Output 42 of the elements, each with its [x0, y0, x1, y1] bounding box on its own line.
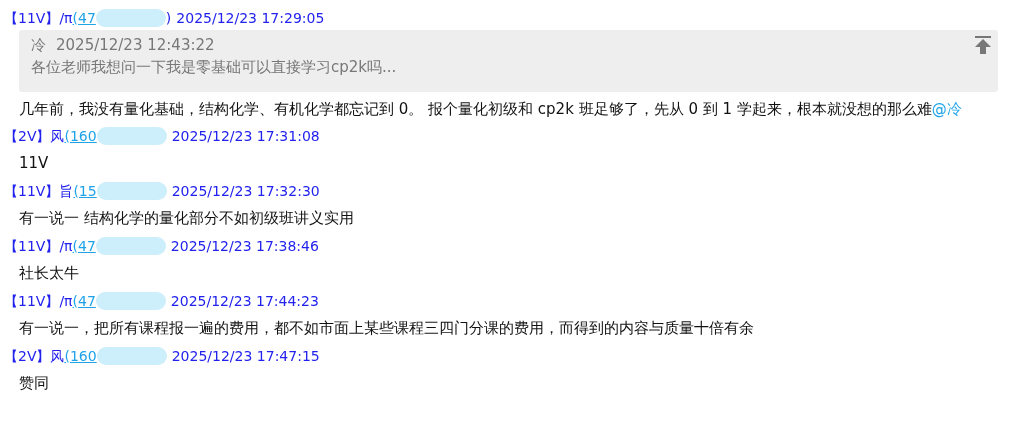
quote-time: 2025/12/23 12:43:22 — [56, 35, 215, 56]
user-id-link[interactable]: (160 — [64, 345, 97, 367]
user-name: /π — [59, 236, 73, 256]
user-id-link[interactable]: (47 — [72, 235, 96, 257]
message-text: 11V — [19, 153, 50, 174]
redaction-blur — [95, 237, 166, 255]
user-level: 【11V】 — [4, 291, 60, 311]
quote-text: 各位老师我想问一下我是零基础可以直接学习cp2k吗... — [31, 57, 397, 78]
user-name: /π — [59, 291, 73, 311]
message-text: 社长太牛 — [19, 263, 80, 284]
user-name: /π — [59, 8, 73, 28]
message-time: 2025/12/23 17:31:08 — [171, 126, 320, 146]
user-level: 【11V】 — [4, 236, 60, 256]
jump-to-top-icon[interactable] — [974, 36, 992, 54]
user-name: 风 — [50, 126, 65, 146]
message-text: 有一说一 结构化学的量化部分不如初级班讲义实用 — [19, 208, 355, 229]
redaction-blur — [95, 9, 166, 27]
message-text: 有一说一，把所有课程报一遍的费用，都不如市面上某些课程三四门分课的费用，而得到的内容与质量十倍有余 — [19, 318, 755, 339]
message-time: 2025/12/23 17:47:15 — [171, 346, 320, 366]
user-name: 风 — [50, 346, 65, 366]
mention-link[interactable]: @冷 — [931, 100, 962, 118]
paren: ) — [165, 8, 172, 28]
user-level: 【2V】 — [4, 126, 51, 146]
user-name: 旨 — [59, 181, 74, 201]
message-text: 赞同 — [19, 373, 50, 394]
user-level: 【11V】 — [4, 8, 60, 28]
user-id-link[interactable]: (160 — [64, 125, 97, 147]
user-id-link[interactable]: (15 — [73, 180, 97, 202]
message-time: 2025/12/23 17:38:46 — [170, 236, 319, 256]
user-level: 【2V】 — [4, 346, 51, 366]
message-time: 2025/12/23 17:29:05 — [176, 8, 325, 28]
redaction-blur — [96, 347, 167, 365]
user-id-link[interactable]: (47 — [72, 290, 96, 312]
redaction-blur — [96, 127, 167, 145]
message-text: 几年前，我没有量化基础，结构化学、有机化学都忘记到 0。 报个量化初级和 cp2k 班足够了，先从 0 到 1 学起来，根本就没想的那么难@冷 — [19, 99, 963, 120]
message-time: 2025/12/23 17:32:30 — [171, 181, 320, 201]
user-id-link[interactable]: (47 — [72, 7, 96, 29]
redaction-blur — [95, 292, 166, 310]
redaction-blur — [96, 182, 167, 200]
user-level: 【11V】 — [4, 181, 60, 201]
quote-author: 冷 — [31, 35, 46, 56]
message-time: 2025/12/23 17:44:23 — [170, 291, 319, 311]
